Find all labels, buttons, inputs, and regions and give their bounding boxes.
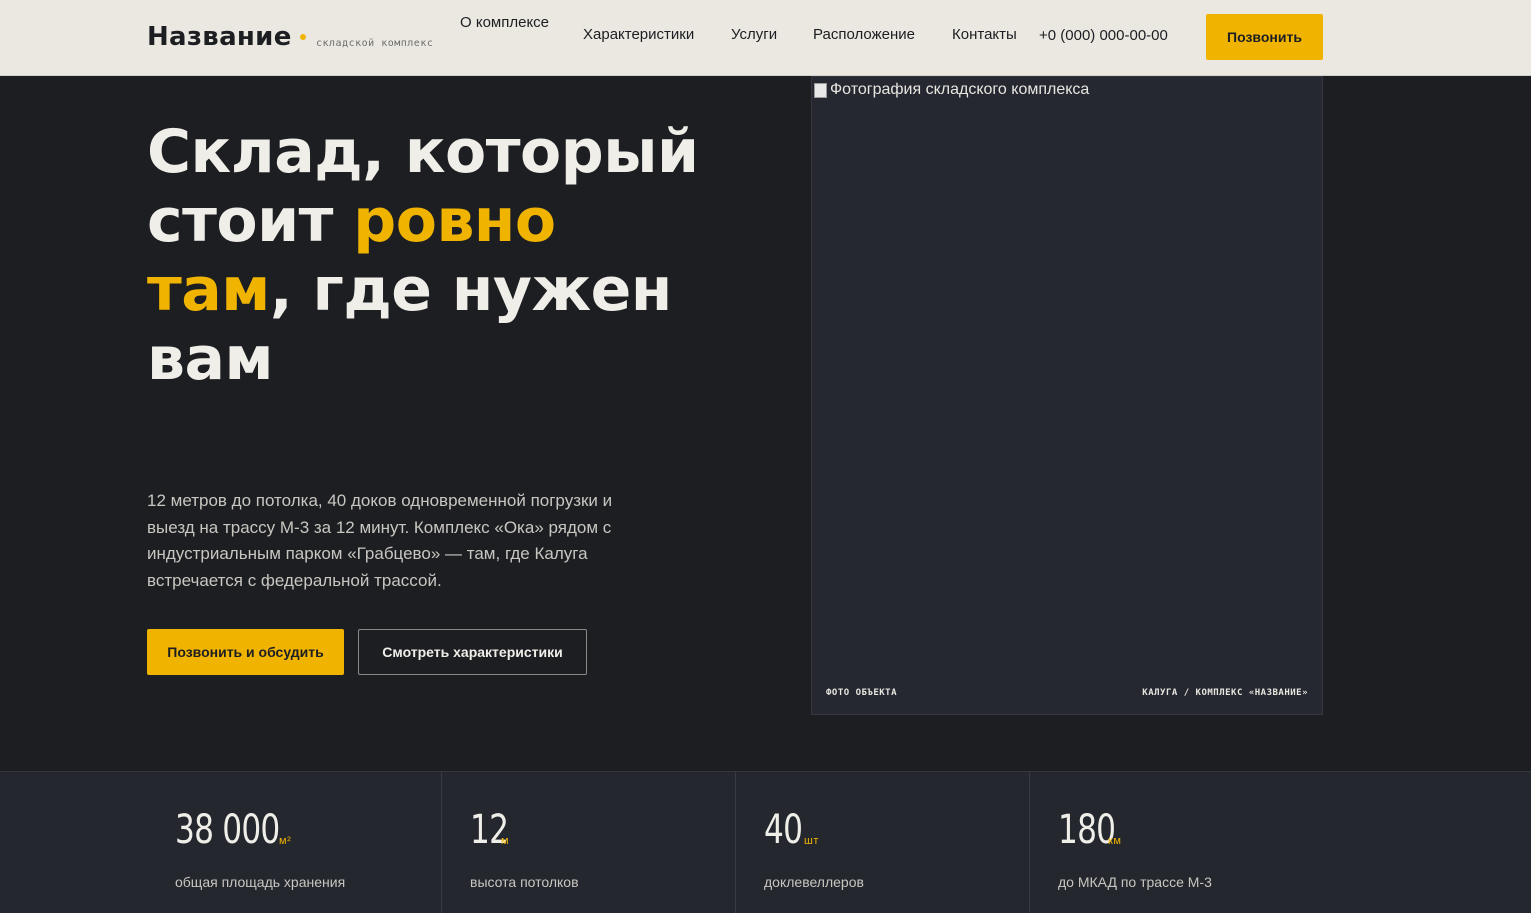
call-discuss-button[interactable]: Позвонить и обсудить xyxy=(147,629,344,675)
photo-alt-text: Фотография складского комплекса xyxy=(812,81,1089,99)
stat-unit: км xyxy=(1108,835,1122,847)
stat-divider xyxy=(441,772,442,913)
hero-photo: Фотография складского комплекса ФОТО ОБЪ… xyxy=(811,76,1323,715)
logo-dot-icon xyxy=(300,34,306,40)
stat-label: высота потолков xyxy=(470,874,579,890)
stat-label: доклевеллеров xyxy=(764,874,864,890)
hero-title: Склад, который стоит ровно там, где нуже… xyxy=(147,118,707,394)
nav-item-about[interactable]: О комплексе xyxy=(460,12,550,34)
stat-label: общая площадь хранения xyxy=(175,874,346,890)
stat-unit: м xyxy=(501,835,510,847)
stat-unit: шт xyxy=(804,835,819,847)
hero-description: 12 метров до потолка, 40 доков одновреме… xyxy=(147,491,613,590)
stat-value: 38 000 xyxy=(175,807,280,853)
logo[interactable]: Название xyxy=(147,22,292,52)
logo-subtitle: складской комплекс xyxy=(316,38,434,49)
stat-value: 180 xyxy=(1058,807,1116,853)
photo-caption-left: ФОТО ОБЪЕКТА xyxy=(826,688,898,698)
site-header: Название складской комплекс О комплексе … xyxy=(0,0,1531,76)
stat-label: до МКАД по трассе М-3 xyxy=(1058,874,1212,890)
photo-caption-right: КАЛУГА / КОМПЛЕКС «НАЗВАНИЕ» xyxy=(1142,688,1308,698)
photo-alt-label: Фотография складского комплекса xyxy=(830,81,1090,98)
nav-item-contacts[interactable]: Контакты xyxy=(952,24,1017,46)
broken-image-icon xyxy=(812,82,828,98)
nav-item-location[interactable]: Расположение xyxy=(813,24,915,46)
stat-unit: м² xyxy=(279,835,292,847)
stats-bar: 38 000 м² общая площадь хранения 12 м вы… xyxy=(0,771,1531,913)
phone-link[interactable]: +0 (000) 000-00-00 xyxy=(1039,25,1168,47)
view-features-button[interactable]: Смотреть характеристики xyxy=(358,629,587,675)
call-button[interactable]: Позвонить xyxy=(1206,14,1323,60)
stat-divider xyxy=(1029,772,1030,913)
nav-item-services[interactable]: Услуги xyxy=(731,24,777,46)
nav-item-features[interactable]: Характеристики xyxy=(583,24,694,46)
stat-value: 40 xyxy=(764,807,803,853)
stat-divider xyxy=(735,772,736,913)
